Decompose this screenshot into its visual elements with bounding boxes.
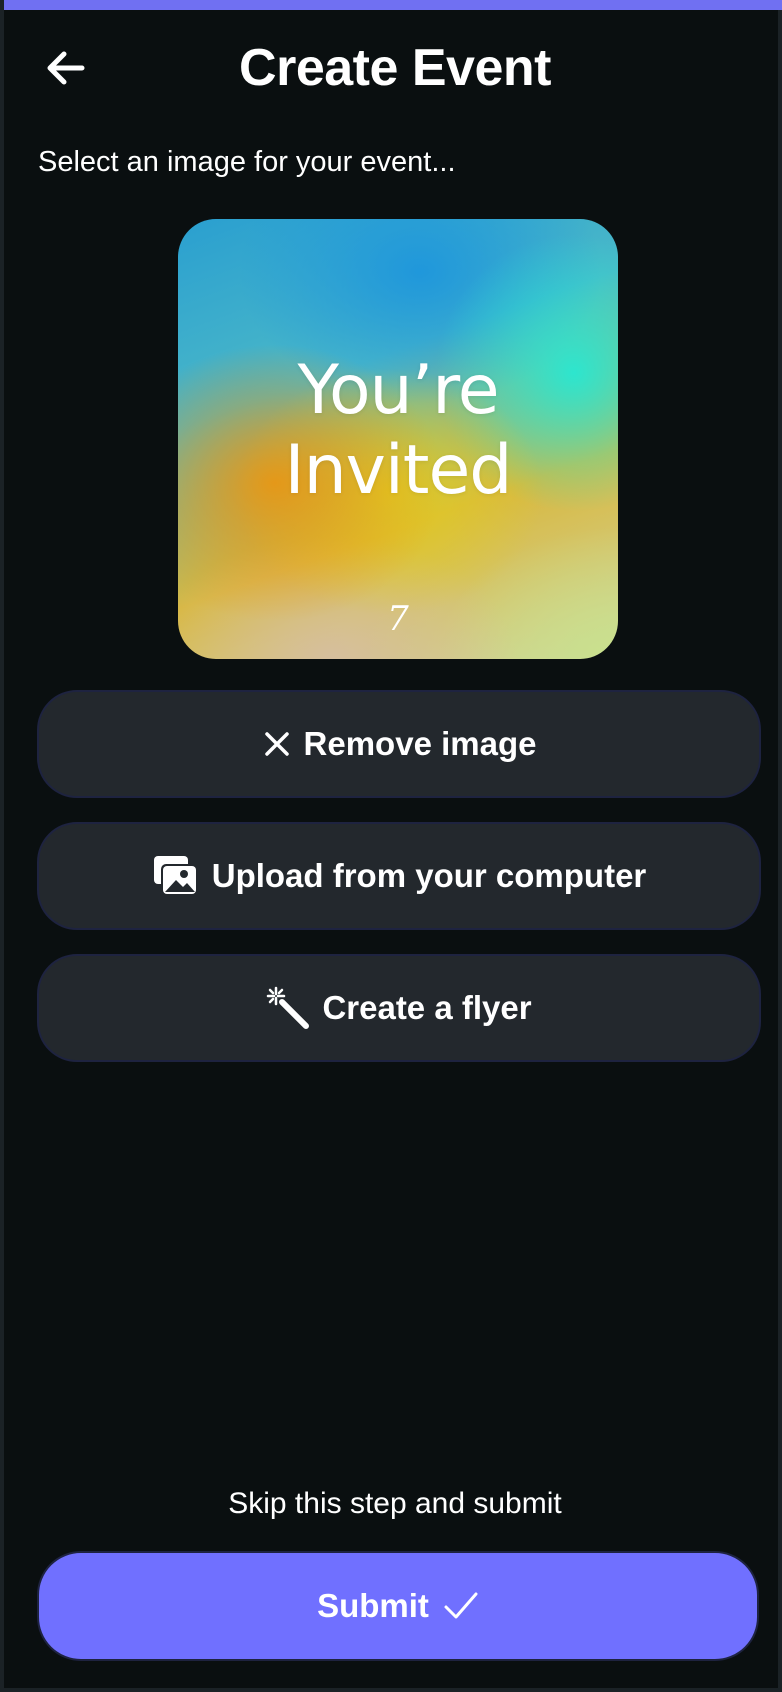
close-icon [262,729,292,759]
upload-image-label: Upload from your computer [211,857,647,894]
invite-line-2: Invited [284,431,513,510]
upload-image-button[interactable]: Upload from your computer [37,822,761,930]
invite-mark: 7 [387,599,409,639]
create-flyer-label: Create a flyer [322,989,532,1026]
submit-label: Submit [317,1587,429,1624]
invite-text: You’re Invited [178,351,618,511]
event-image-preview: You’re Invited 7 [178,219,618,659]
image-prompt-text: Select an image for your event... [38,146,456,178]
remove-image-button[interactable]: Remove image [37,690,761,798]
invite-line-1: You’re [297,351,499,430]
remove-image-label: Remove image [303,725,537,762]
create-flyer-button[interactable]: Create a flyer [37,954,761,1062]
images-icon [152,854,200,898]
top-accent-bar [4,0,782,10]
submit-button[interactable]: Submit [37,1551,759,1661]
magic-wand-icon [266,986,310,1030]
header: Create Event [4,28,782,108]
page-title: Create Event [239,39,551,97]
app-screen: Create Event Select an image for your ev… [0,0,782,1692]
checkmark-icon [443,1590,479,1622]
skip-and-submit-link[interactable]: Skip this step and submit [4,1484,782,1524]
